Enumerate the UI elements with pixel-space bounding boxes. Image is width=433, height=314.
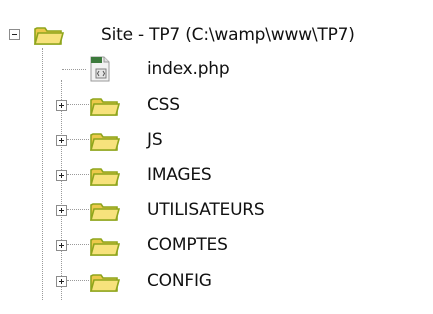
- folder-icon: [89, 94, 121, 122]
- tree-file-label: index.php: [147, 59, 230, 79]
- folder-label: UTILISATEURS: [147, 200, 265, 220]
- folder-icon: [89, 199, 121, 227]
- folder-label: COMPTES: [147, 235, 228, 255]
- tree-branch: [67, 104, 89, 105]
- expand-toggle[interactable]: [56, 240, 67, 251]
- folder-icon: [89, 164, 121, 192]
- folder-label: JS: [147, 130, 163, 150]
- tree-node-folder-js[interactable]: JS: [0, 125, 433, 155]
- folder-open-icon: [33, 23, 65, 51]
- folder-label: IMAGES: [147, 165, 212, 185]
- tree-branch: [67, 139, 89, 140]
- expand-toggle[interactable]: [56, 100, 67, 111]
- tree-node-file[interactable]: index.php: [0, 55, 433, 85]
- collapse-toggle[interactable]: [9, 29, 20, 40]
- expand-toggle[interactable]: [56, 170, 67, 181]
- tree-node-root[interactable]: Site - TP7 (C:\wamp\www\TP7): [0, 20, 433, 50]
- tree-node-folder-comptes[interactable]: COMPTES: [0, 230, 433, 260]
- folder-icon: [89, 270, 121, 298]
- folder-icon: [89, 234, 121, 262]
- tree-branch: [67, 280, 89, 281]
- tree-node-folder-config[interactable]: CONFIG: [0, 266, 433, 296]
- php-file-icon: [89, 56, 111, 86]
- tree-node-folder-images[interactable]: IMAGES: [0, 160, 433, 190]
- expand-toggle[interactable]: [56, 135, 67, 146]
- tree-branch: [67, 209, 89, 210]
- tree-branch: [67, 174, 89, 175]
- expand-toggle[interactable]: [56, 276, 67, 287]
- folder-label: CSS: [147, 95, 180, 115]
- tree-node-folder-utilisateurs[interactable]: UTILISATEURS: [0, 195, 433, 225]
- tree-branch: [67, 244, 89, 245]
- expand-toggle[interactable]: [56, 205, 67, 216]
- tree-node-folder-css[interactable]: CSS: [0, 90, 433, 120]
- folder-icon: [89, 129, 121, 157]
- tree-root-label: Site - TP7 (C:\wamp\www\TP7): [101, 25, 355, 45]
- folder-label: CONFIG: [147, 271, 212, 291]
- tree-branch: [62, 69, 86, 70]
